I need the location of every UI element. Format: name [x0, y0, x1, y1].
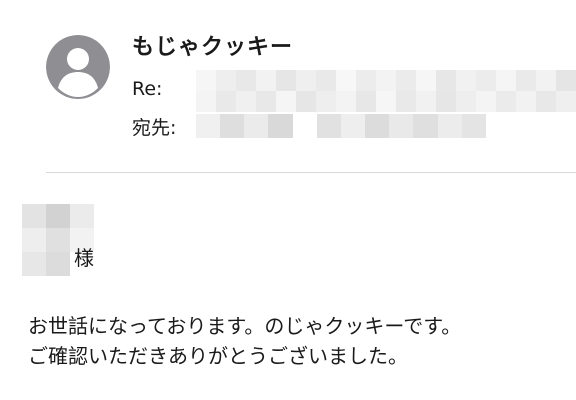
- email-body-line: お世話になっております。のじゃクッキーです。: [28, 314, 462, 338]
- person-silhouette-icon: [46, 35, 110, 99]
- subject-redacted-mosaic: [176, 70, 576, 112]
- subject-label: Re:: [132, 78, 163, 100]
- recipient-honorific: 様: [74, 246, 94, 270]
- recipient-label: 宛先:: [132, 117, 177, 139]
- email-body-line: ご確認いただきありがとうございました。: [28, 344, 408, 368]
- sender-name[interactable]: もじゃクッキー: [132, 33, 293, 63]
- recipient-redacted-mosaic: [196, 114, 486, 138]
- sender-avatar-icon[interactable]: [46, 35, 110, 99]
- recipient-name-redacted-mosaic: [22, 204, 118, 276]
- header-divider: [46, 172, 576, 173]
